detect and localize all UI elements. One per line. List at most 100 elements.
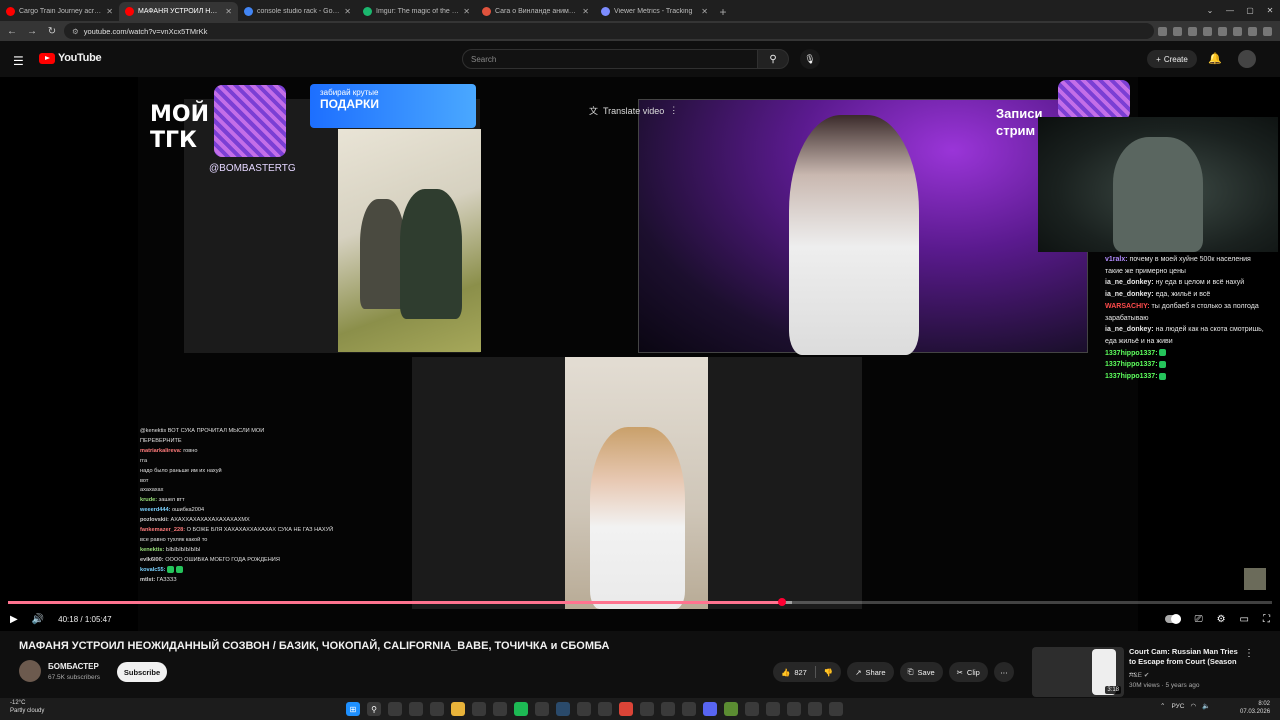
browser-tab-active[interactable]: МАФАНЯ УСТРОИЛ НЕОЖИДАН... ✕ (119, 2, 238, 21)
search-input[interactable]: Search (462, 49, 758, 69)
close-icon[interactable]: ✕ (106, 7, 113, 16)
reload-icon[interactable]: ↻ (44, 23, 60, 39)
close-window-icon[interactable]: ✕ (1260, 0, 1280, 21)
maximize-icon[interactable]: ▢ (1240, 0, 1260, 21)
app-icon[interactable] (808, 702, 822, 716)
browser-tab-bar: Cargo Train Journey across Amer... ✕ МАФА… (0, 0, 1280, 21)
tab-search-icon[interactable]: ⌄ (1200, 0, 1220, 21)
app-icon[interactable] (640, 702, 654, 716)
app-icon[interactable] (745, 702, 759, 716)
volume-icon[interactable]: 🔊 (32, 614, 44, 625)
discord-icon[interactable] (703, 702, 717, 716)
close-icon[interactable]: ✕ (701, 7, 708, 16)
app-icon[interactable] (472, 702, 486, 716)
new-tab-button[interactable]: + (714, 2, 732, 21)
cast-icon[interactable] (1173, 26, 1182, 36)
windows-start-icon[interactable]: ⊞ (346, 702, 360, 716)
back-icon[interactable]: ← (4, 23, 20, 39)
search-icon[interactable]: ⚲ (367, 702, 381, 716)
emote-icon (175, 565, 183, 573)
app-icon[interactable] (787, 702, 801, 716)
share-button[interactable]: ↗ Share (847, 662, 894, 682)
minecraft-icon[interactable] (724, 702, 738, 716)
app-icon[interactable] (409, 702, 423, 716)
close-icon[interactable]: ✕ (225, 7, 232, 16)
play-icon[interactable]: ▶ (10, 614, 18, 625)
browser-tab[interactable]: console studio rack - Google S...✕ (238, 2, 357, 21)
voice-search-button[interactable]: 🎙 (800, 49, 820, 69)
weather-widget[interactable]: -12°C Partly cloudy (10, 699, 44, 715)
more-vertical-icon[interactable]: ⋮ (669, 105, 678, 116)
close-icon[interactable]: ✕ (582, 7, 589, 16)
close-icon[interactable]: ✕ (344, 7, 351, 16)
autoplay-toggle[interactable] (1164, 614, 1181, 624)
save-button[interactable]: ⎗ Save (899, 662, 943, 682)
youtube-logo[interactable]: YouTube (39, 52, 102, 64)
wifi-icon[interactable]: ◠ (1190, 702, 1196, 710)
recommended-thumbnail[interactable]: 3:18 (1032, 647, 1124, 697)
language-indicator[interactable]: РУС (1171, 703, 1184, 710)
bookmark-star-icon[interactable] (1188, 26, 1197, 36)
extension-icon[interactable] (1233, 26, 1242, 36)
site-info-icon[interactable]: ⚙ (72, 27, 79, 36)
dislike-icon[interactable]: 👎 (824, 668, 833, 677)
chrome-icon[interactable] (619, 702, 633, 716)
app-icon[interactable] (829, 702, 843, 716)
browser-tab[interactable]: Viewer Metrics - Tracking ✕ (595, 2, 714, 21)
spotify-icon[interactable] (514, 702, 528, 716)
clip-button[interactable]: ✂ Clip (948, 662, 988, 682)
app-icon[interactable] (493, 702, 507, 716)
steam-icon[interactable] (556, 702, 570, 716)
extension-icon[interactable] (1218, 26, 1227, 36)
browser-tab[interactable]: Сага о Винланде аниме 2019 ...✕ (476, 2, 595, 21)
app-icon[interactable] (598, 702, 612, 716)
close-icon[interactable]: ✕ (463, 7, 470, 16)
more-vertical-icon[interactable]: ⋮ (1244, 648, 1254, 659)
forward-icon[interactable]: → (24, 23, 40, 39)
chat-message: 1337hippo1337: (1105, 348, 1270, 360)
channel-avatar[interactable] (19, 660, 41, 682)
zoom-icon[interactable] (1158, 26, 1167, 36)
file-explorer-icon[interactable] (451, 702, 465, 716)
fullscreen-icon[interactable]: ⛶ (1263, 614, 1270, 625)
chat-text: @kenektis ВОТ СУКА ПРОЧИТАЛ МЫСЛИ МОИ (140, 428, 265, 434)
menu-dots-icon[interactable] (1263, 26, 1272, 36)
recommended-channel[interactable]: A&E ✔ (1129, 671, 1149, 679)
divider (814, 666, 816, 678)
app-icon[interactable] (766, 702, 780, 716)
subtitles-icon[interactable]: ⎚ (1195, 614, 1203, 625)
subscribe-button[interactable]: Subscribe (117, 662, 167, 682)
youtube-favicon-icon (6, 7, 15, 16)
app-icon[interactable] (661, 702, 675, 716)
account-avatar[interactable] (1238, 50, 1256, 68)
channel-name[interactable]: БОМБАСТЕР (48, 662, 99, 671)
app-icon[interactable] (577, 702, 591, 716)
browser-tab[interactable]: Imgur: The magic of the Intern... ✕ (357, 2, 476, 21)
like-count[interactable]: 827 (794, 668, 807, 677)
miniplayer-icon[interactable]: ▭ (1240, 614, 1249, 625)
app-icon[interactable] (430, 702, 444, 716)
translate-video-button[interactable]: 文 Translate video ⋮ (589, 104, 678, 117)
browser-tab[interactable]: Cargo Train Journey across Amer... ✕ (0, 2, 119, 21)
notifications-bell-icon[interactable]: 🔔 (1208, 52, 1222, 65)
video-player[interactable]: МОЙ ТГК @BOMBASTERTG забирай крутые ПОДАРК… (0, 77, 1280, 631)
url-field[interactable]: ⚙ youtube.com/watch?v=vnXcx5TMrKk (64, 23, 1154, 39)
tray-arrow-icon[interactable]: ⌃ (1160, 702, 1165, 710)
create-button[interactable]: + Create (1147, 50, 1197, 68)
app-icon[interactable] (535, 702, 549, 716)
extension-icon[interactable] (1203, 26, 1212, 36)
search-button[interactable]: ⚲ (757, 49, 789, 69)
clock[interactable]: 8:02 07.03.2026 (1240, 700, 1270, 716)
hamburger-menu-icon[interactable]: ☰ (13, 54, 24, 68)
settings-gear-icon[interactable]: ⚙ (1217, 614, 1226, 625)
widgets-icon[interactable] (388, 702, 402, 716)
preview-thumbnail[interactable] (1244, 568, 1266, 590)
minimize-icon[interactable]: — (1220, 0, 1240, 21)
app-icon[interactable] (682, 702, 696, 716)
chat-text: все равно тухляк какой то (140, 536, 208, 543)
like-icon[interactable]: 👍 (781, 668, 790, 677)
profile-icon[interactable] (1248, 26, 1257, 36)
progress-bar[interactable] (8, 598, 1272, 606)
more-actions-button[interactable]: ⋯ (993, 662, 1014, 682)
speaker-icon[interactable]: 🔈 (1202, 702, 1210, 710)
